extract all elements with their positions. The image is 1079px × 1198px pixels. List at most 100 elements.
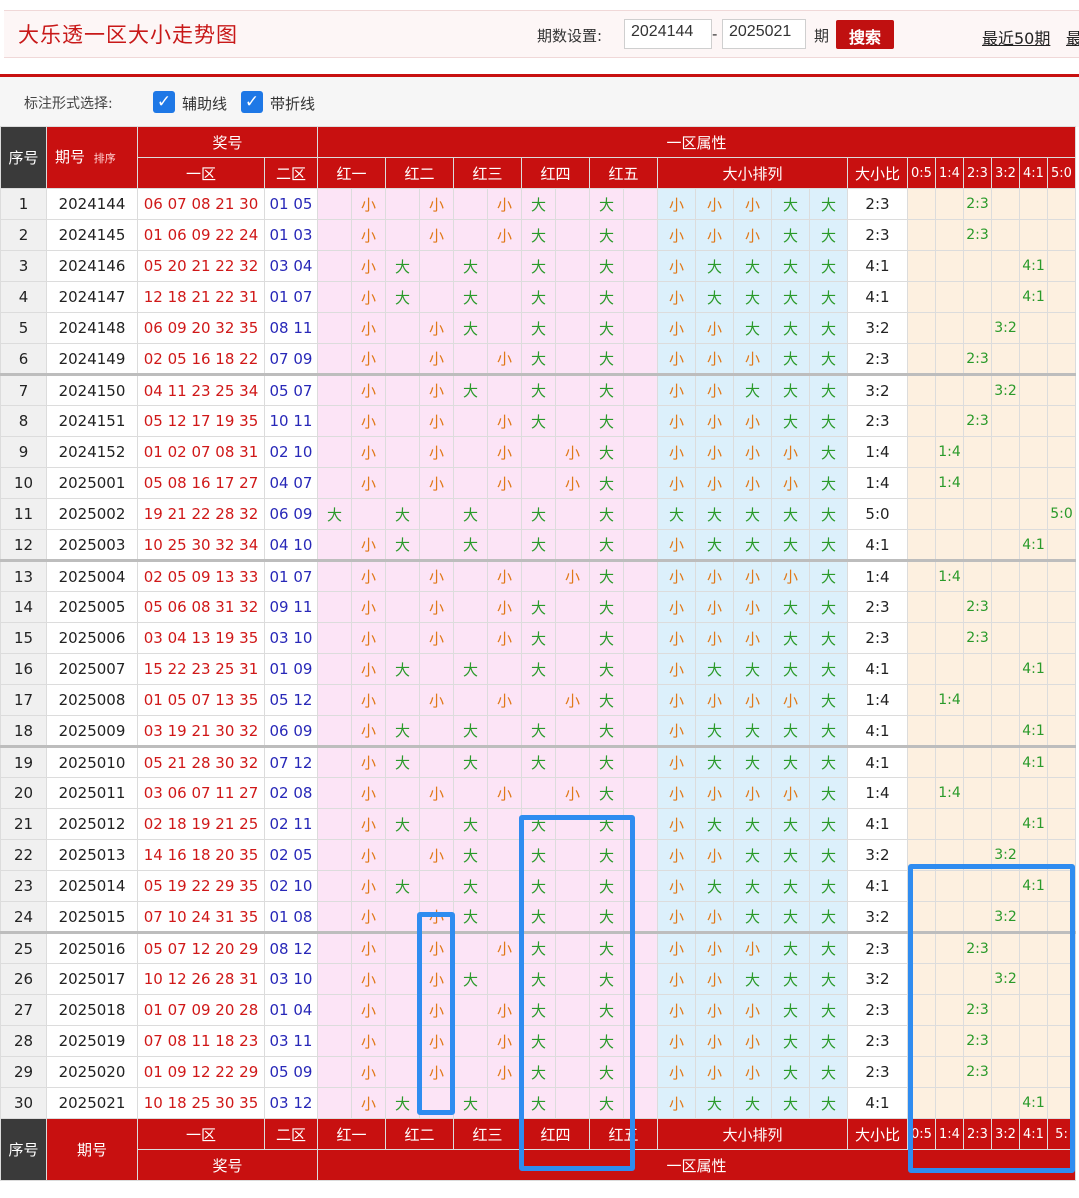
- red2-big-cell: [385, 343, 420, 375]
- ratio-empty-cell: [1047, 405, 1076, 437]
- big-mark: 大: [820, 1063, 836, 1082]
- arrange-cell: 小: [695, 777, 734, 809]
- polyline-checkbox[interactable]: ✓: [241, 91, 263, 113]
- row-zone1-numbers: 02 05 09 13 33: [137, 559, 265, 592]
- ratio-empty-cell: [963, 312, 992, 344]
- recent-50-link[interactable]: 最近50期: [982, 25, 1050, 49]
- big-mark: 大: [394, 257, 410, 276]
- red3-small-cell: [487, 653, 522, 685]
- row-zone1-numbers: 02 18 19 21 25: [137, 808, 265, 840]
- row-zone1-numbers: 07 10 24 31 35: [137, 901, 265, 933]
- big-mark: 大: [744, 815, 760, 834]
- big-mark: 大: [598, 257, 614, 276]
- arrange-cell: 小: [695, 467, 734, 499]
- ratio-1-4-header: 1:4: [935, 157, 964, 189]
- row-zone2-numbers: 03 11: [264, 1025, 318, 1057]
- red3-small-cell: [487, 963, 522, 995]
- big-mark: 大: [820, 1001, 836, 1020]
- arrange-cell: 大: [809, 870, 848, 902]
- red2-big-cell: [385, 931, 420, 964]
- red2-big-cell: [385, 622, 420, 654]
- big-mark: 大: [782, 505, 798, 524]
- big-mark: 大: [820, 568, 836, 586]
- ratio-empty-cell: [991, 622, 1020, 654]
- ratio-empty-cell: [963, 745, 992, 778]
- small-mark: 小: [744, 474, 760, 493]
- small-mark: 小: [668, 1094, 684, 1113]
- arrange-cell: 小: [657, 870, 696, 902]
- row-zone2-numbers: 02 08: [264, 777, 318, 809]
- red1-small-cell: 小: [351, 684, 386, 716]
- small-mark: 小: [706, 474, 722, 493]
- red4-big-cell: 大: [521, 281, 556, 313]
- ratio-empty-cell: [991, 467, 1020, 499]
- period-to-input[interactable]: 2025021: [722, 19, 806, 49]
- arrange-cell: 大: [771, 1087, 810, 1119]
- row-seq: 11: [0, 498, 47, 530]
- big-mark: 大: [530, 257, 546, 276]
- row-ratio: 4:1: [847, 653, 908, 685]
- col-period-header[interactable]: 期号 排序: [46, 126, 138, 189]
- red3-small-cell: 小: [487, 219, 522, 251]
- big-mark: 大: [820, 815, 836, 834]
- arrange-cell: 大: [657, 498, 696, 530]
- red2-big-cell: 大: [385, 745, 420, 778]
- red1-small-cell: 小: [351, 963, 386, 995]
- red4-small-cell: [555, 219, 590, 251]
- ratio-empty-cell: [963, 777, 992, 809]
- small-mark: 小: [360, 443, 376, 462]
- red1-big-cell: 大: [317, 498, 352, 530]
- red1-big-cell: [317, 839, 352, 871]
- red2-small-cell: 小: [419, 312, 454, 344]
- red3-big-cell: 大: [453, 901, 488, 933]
- big-mark: 大: [820, 474, 836, 493]
- row-ratio: 3:2: [847, 312, 908, 344]
- red1-small-cell: 小: [351, 994, 386, 1026]
- arrange-cell: 小: [733, 405, 772, 437]
- red2-big-cell: [385, 839, 420, 871]
- ratio-empty-cell: [907, 529, 936, 561]
- red5-small-cell: [623, 250, 658, 282]
- red2-big-cell: 大: [385, 250, 420, 282]
- ratio-empty-cell: [1047, 715, 1076, 747]
- small-mark: 小: [496, 1063, 512, 1082]
- sort-button[interactable]: 排序: [94, 152, 116, 165]
- row-period: 2025019: [46, 1025, 138, 1057]
- arrange-cell: 大: [695, 808, 734, 840]
- red3-big-cell: 大: [453, 808, 488, 840]
- red3-big-cell: [453, 405, 488, 437]
- row-seq: 9: [0, 436, 47, 468]
- red3-small-cell: [487, 373, 522, 406]
- row-zone2-numbers: 06 09: [264, 498, 318, 530]
- red1-big-cell: [317, 931, 352, 964]
- big-mark: 大: [820, 257, 836, 276]
- ratio-empty-cell: [1047, 281, 1076, 313]
- row-period: 2025015: [46, 901, 138, 933]
- big-mark: 大: [394, 660, 410, 679]
- period-from-input[interactable]: 2024144: [624, 19, 712, 49]
- arrange-cell: 小: [733, 219, 772, 251]
- red3-small-cell: 小: [487, 467, 522, 499]
- big-mark: 大: [598, 536, 614, 554]
- arrange-cell: 小: [695, 622, 734, 654]
- small-mark: 小: [706, 195, 722, 214]
- red4-small-cell: [555, 281, 590, 313]
- search-button[interactable]: 搜索: [836, 20, 894, 49]
- arrange-cell: 大: [809, 963, 848, 995]
- ratio-empty-cell: [991, 745, 1020, 778]
- row-zone1-numbers: 01 06 09 22 24: [137, 219, 265, 251]
- red4-big-cell: 大: [521, 591, 556, 623]
- arrange-cell: 大: [809, 373, 848, 406]
- small-mark: 小: [428, 195, 444, 214]
- red1-small-cell: 小: [351, 745, 386, 778]
- row-seq: 4: [0, 281, 47, 313]
- red1-big-cell: [317, 281, 352, 313]
- small-mark: 小: [668, 784, 684, 803]
- red2-big-cell: [385, 312, 420, 344]
- big-mark: 大: [820, 846, 836, 865]
- recent-more-link[interactable]: 最: [1066, 25, 1079, 49]
- big-mark: 大: [820, 691, 836, 710]
- red1-big-cell: [317, 405, 352, 437]
- auxiliary-line-checkbox[interactable]: ✓: [153, 91, 175, 113]
- small-mark: 小: [782, 474, 798, 493]
